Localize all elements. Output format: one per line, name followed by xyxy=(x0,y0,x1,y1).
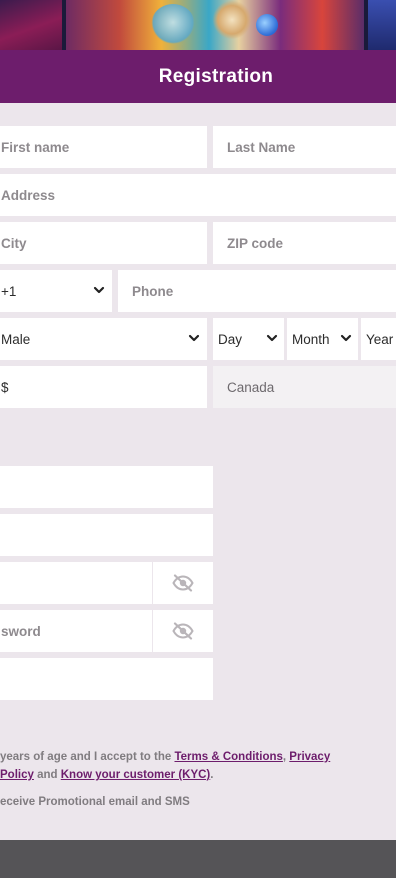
chevron-down-icon xyxy=(93,286,105,294)
country-code-value: +1 xyxy=(1,283,17,299)
registration-header: Registration xyxy=(0,50,396,103)
last-name-input[interactable]: Last Name xyxy=(213,126,396,168)
banner-shark-art xyxy=(150,4,196,50)
email-input[interactable] xyxy=(0,466,213,508)
address-input[interactable]: Address xyxy=(0,174,396,216)
currency-value: $ xyxy=(1,379,9,395)
phone-placeholder: Phone xyxy=(132,283,174,299)
username-input[interactable] xyxy=(0,514,213,556)
chevron-down-icon xyxy=(188,334,200,342)
banner-orb-art xyxy=(256,14,278,36)
privacy-policy-link-part1[interactable]: Privacy xyxy=(289,751,330,763)
terms-comma: , xyxy=(282,751,287,763)
terms-line-2: Policy and Know your customer (KYC). xyxy=(0,766,396,784)
page-title: Registration xyxy=(158,65,274,87)
confirm-password-placeholder: sword xyxy=(1,623,41,639)
promo-code-input[interactable] xyxy=(0,658,213,700)
and-text: and xyxy=(37,769,58,781)
zip-code-input[interactable]: ZIP code xyxy=(213,222,396,264)
promo-consent-text: eceive Promotional email and SMS xyxy=(0,796,190,808)
password-visibility-toggle[interactable] xyxy=(152,562,213,604)
terms-line-1: years of age and I accept to the Terms &… xyxy=(0,748,396,766)
password-input[interactable] xyxy=(0,562,152,604)
gender-select[interactable]: Male xyxy=(0,318,207,360)
banner-jester-art xyxy=(212,0,252,44)
footer-bar xyxy=(0,840,396,878)
country-field: Canada xyxy=(213,366,396,408)
birth-year-value: Year xyxy=(366,331,394,347)
birth-day-select[interactable]: Day xyxy=(213,318,284,360)
banner-image-right xyxy=(368,0,396,50)
address-placeholder: Address xyxy=(1,187,56,203)
chevron-down-icon xyxy=(266,334,278,342)
eye-slash-icon xyxy=(172,622,194,640)
birth-month-select[interactable]: Month xyxy=(287,318,358,360)
birth-year-select[interactable]: Year xyxy=(361,318,396,360)
gender-value: Male xyxy=(1,331,31,347)
chevron-down-icon xyxy=(340,334,352,342)
age-consent-text: years of age and I accept to the xyxy=(0,751,172,763)
phone-input[interactable]: Phone xyxy=(118,270,396,312)
country-code-select[interactable]: +1 xyxy=(0,270,112,312)
currency-select[interactable]: $ xyxy=(0,366,207,408)
last-name-placeholder: Last Name xyxy=(227,139,296,155)
banner-image-left xyxy=(0,0,62,50)
privacy-policy-link-part2[interactable]: Policy xyxy=(0,769,34,781)
kyc-link[interactable]: Know your customer (KYC) xyxy=(61,769,211,781)
confirm-password-input[interactable]: sword xyxy=(0,610,152,652)
zip-code-placeholder: ZIP code xyxy=(227,235,284,251)
promo-consent-line[interactable]: eceive Promotional email and SMS xyxy=(0,793,396,811)
city-placeholder: City xyxy=(1,235,27,251)
terms-period: . xyxy=(210,769,214,781)
first-name-placeholder: First name xyxy=(1,139,70,155)
birth-day-value: Day xyxy=(218,331,243,347)
promo-banner xyxy=(0,0,396,50)
confirm-password-visibility-toggle[interactable] xyxy=(152,610,213,652)
terms-conditions-link[interactable]: Terms & Conditions xyxy=(174,751,282,763)
first-name-input[interactable]: First name xyxy=(0,126,207,168)
birth-month-value: Month xyxy=(292,331,330,347)
country-value: Canada xyxy=(227,379,275,395)
city-input[interactable]: City xyxy=(0,222,207,264)
eye-slash-icon xyxy=(172,574,194,592)
